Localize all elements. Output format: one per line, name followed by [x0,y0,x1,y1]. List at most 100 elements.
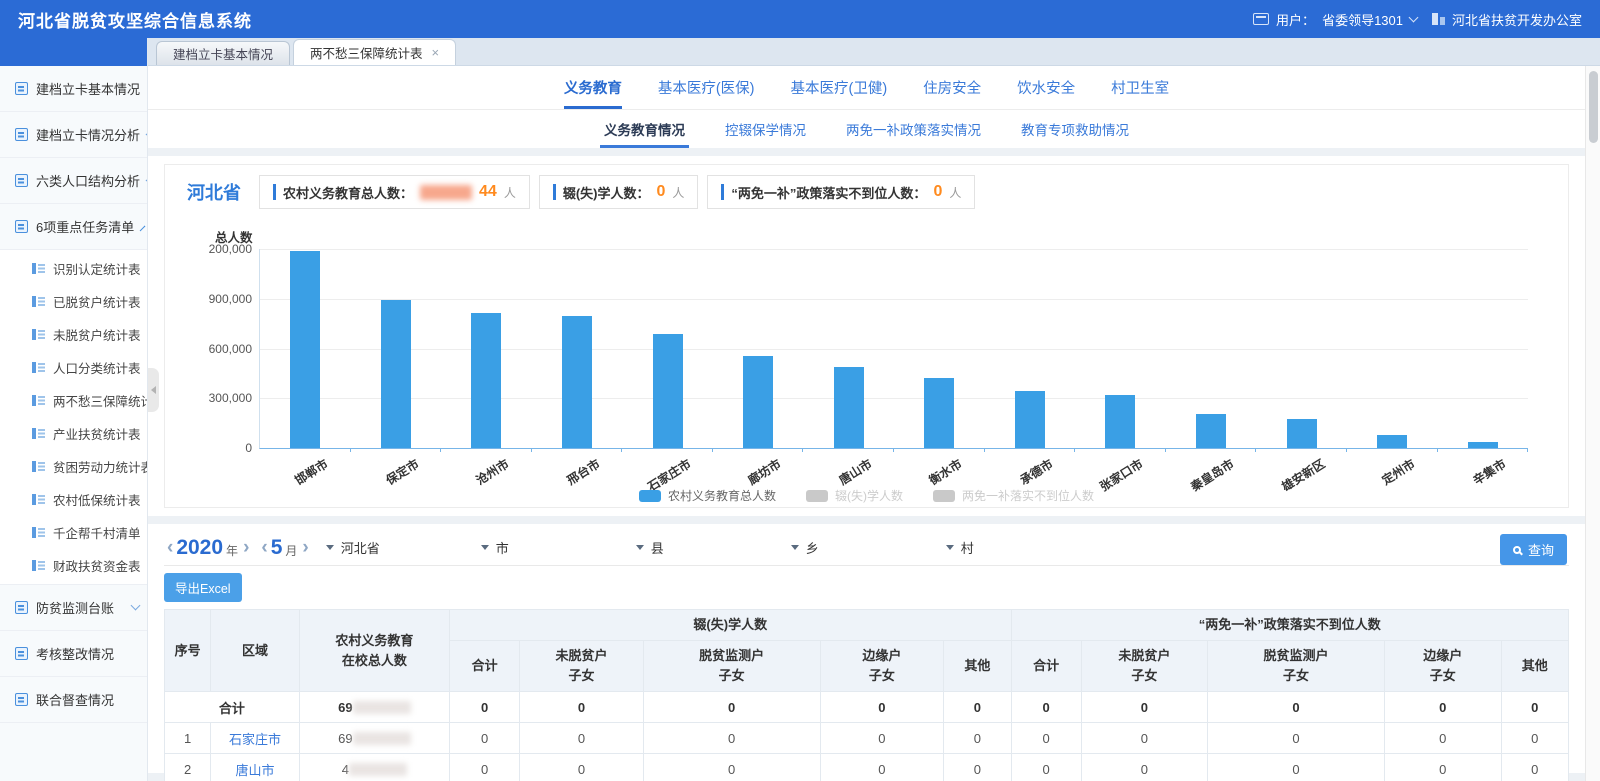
sidebar-item-label: 防贫监测台账 [36,598,124,617]
sidebar-item-label: 考核整改情况 [36,644,139,663]
row-cell-0: 0 [449,723,519,754]
bar-保定市[interactable] [381,300,411,448]
bar-邯郸市[interactable] [290,251,320,448]
main-tab-0[interactable]: 义务教育 [564,66,622,109]
bar-唐山市[interactable] [834,367,864,448]
sidebar-item-4[interactable]: 防贫监测台账 [0,585,147,631]
bar-邢台市[interactable] [562,316,592,448]
bar-雄安新区[interactable] [1287,419,1317,448]
chart-bar-slot: 秦皇岛市 [1166,249,1257,448]
chart-bar-slot: 保定市 [351,249,442,448]
sub-tab-2[interactable]: 两免一补政策落实情况 [842,110,985,148]
prev-month-arrow[interactable]: ‹ [258,538,270,557]
window-tab-label: 两不愁三保障统计表 [310,43,423,62]
sidebar-item-6[interactable]: 联合督查情况 [0,677,147,723]
list-icon [32,494,45,505]
close-icon[interactable]: × [432,46,440,59]
sidebar-subitem-6[interactable]: 贫困劳动力统计表 [0,450,147,483]
bar-张家口市[interactable] [1105,395,1135,448]
sidebar-item-2[interactable]: 六类人口结构分析 [0,158,147,204]
chevron-down-icon[interactable] [131,601,141,611]
redacted-value [349,763,407,776]
sidebar-subitem-2[interactable]: 未脱贫户统计表 [0,318,147,351]
document-icon [15,82,28,95]
user-name[interactable]: 省委领导1301 [1322,10,1403,29]
enroll-visible-digits: 69 [338,700,352,715]
sidebar-subitem-0[interactable]: 识别认定统计表 [0,252,147,285]
sidebar-subitem-3[interactable]: 人口分类统计表 [0,351,147,384]
bar-秦皇岛市[interactable] [1196,414,1226,448]
scrollbar-thumb[interactable] [1589,71,1598,143]
col-header-region: 区域 [211,610,299,692]
main-tab-5[interactable]: 村卫生室 [1111,66,1169,109]
chart-bar-slot: 沧州市 [441,249,532,448]
stat-label: 辍(失)学人数： [563,183,650,202]
export-excel-button[interactable]: 导出Excel [164,573,242,602]
window-tab-1[interactable]: 两不愁三保障统计表 × [293,39,456,65]
x-axis-tick [893,448,894,452]
y-axis-tick-label: 600,000 [209,342,252,356]
sidebar-subitem-8[interactable]: 千企帮千村清单 [0,516,147,549]
sidebar-item-5[interactable]: 考核整改情况 [0,631,147,677]
sidebar-item-0[interactable]: 建档立卡基本情况 [0,66,147,112]
y-axis-tick-label: 300,000 [209,391,252,405]
stat-accent-bar [721,184,724,200]
bar-廊坊市[interactable] [743,356,773,448]
x-axis-label: 衡水市 [926,455,966,489]
list-icon [32,263,45,274]
content-area: 建档立卡基本情况 两不愁三保障统计表 × 义务教育基本医疗(医保) 基本医疗(卫健) 住… [148,38,1600,781]
search-button[interactable]: 查询 [1500,534,1567,565]
stat-unit: 人 [504,184,516,201]
bar-定州市[interactable] [1377,435,1407,448]
region-link[interactable]: 唐山市 [236,763,275,778]
sub-tab-0[interactable]: 义务教育情况 [600,110,689,148]
sub-tab-1[interactable]: 控辍保学情况 [721,110,810,148]
enroll-visible-digits: 4 [342,762,349,777]
region-select-4[interactable]: 村 [946,538,1101,557]
main-tab-1[interactable]: 基本医疗(医保) [658,66,755,109]
sidebar-subitem-7[interactable]: 农村低保统计表 [0,483,147,516]
next-month-arrow[interactable]: › [299,538,311,557]
prev-year-arrow[interactable]: ‹ [164,538,176,557]
year-value[interactable]: 2020 [176,536,223,560]
row-cell-3: 0 [820,723,944,754]
legend-item-1[interactable]: 辍(失)学人数 [806,487,903,504]
sidebar-item-3[interactable]: 6项重点任务清单 [0,204,147,250]
region-select-3[interactable]: 乡 [791,538,946,557]
row-cell-9: 0 [1501,723,1568,754]
sidebar-subitem-5[interactable]: 产业扶贫统计表 [0,417,147,450]
bar-衡水市[interactable] [924,378,954,448]
chart-bar-slot: 石家庄市 [622,249,713,448]
row-total-label: 合计 [165,692,300,723]
sidebar-item-label: 建档立卡情况分析 [36,125,140,144]
main-tab-2[interactable]: 基本医疗(卫健) [791,66,888,109]
sidebar-subitem-9[interactable]: 财政扶贫资金表 [0,549,147,582]
chevron-down-icon[interactable] [1409,13,1419,23]
sidebar-subitem-1[interactable]: 已脱贫户统计表 [0,285,147,318]
next-year-arrow[interactable]: › [240,538,252,557]
region-select-2[interactable]: 县 [636,538,791,557]
region-link[interactable]: 石家庄市 [229,732,281,747]
legend-item-2[interactable]: 两免一补落实不到位人数 [933,487,1094,504]
bar-承德市[interactable] [1015,391,1045,448]
sub-header-4: 其他 [944,641,1011,692]
region-select-1[interactable]: 市 [481,538,636,557]
bar-辛集市[interactable] [1468,442,1498,448]
sidebar-item-1[interactable]: 建档立卡情况分析 [0,112,147,158]
sub-tab-3[interactable]: 教育专项救助情况 [1017,110,1133,148]
x-axis-label: 承德市 [1016,455,1056,489]
main-tab-4[interactable]: 饮水安全 [1017,66,1075,109]
chevron-up-icon[interactable] [140,226,146,232]
row-cell-3: 0 [820,692,944,723]
sidebar-subitem-4[interactable]: 两不愁三保障统计 [0,384,147,417]
bar-石家庄市[interactable] [653,334,683,448]
legend-item-0[interactable]: 农村义务教育总人数 [639,487,776,504]
vertical-scrollbar[interactable] [1585,66,1600,781]
chart-panel: 河北省 农村义务教育总人数：44人辍(失)学人数：0人“两免一补”政策落实不到位… [164,164,1569,508]
main-tab-3[interactable]: 住房安全 [923,66,981,109]
bar-沧州市[interactable] [471,313,501,448]
region-select-0[interactable]: 河北省 [326,538,481,557]
month-value[interactable]: 5 [271,536,283,560]
sidebar-collapse-handle[interactable] [148,368,159,412]
window-tab-0[interactable]: 建档立卡基本情况 [156,41,290,65]
